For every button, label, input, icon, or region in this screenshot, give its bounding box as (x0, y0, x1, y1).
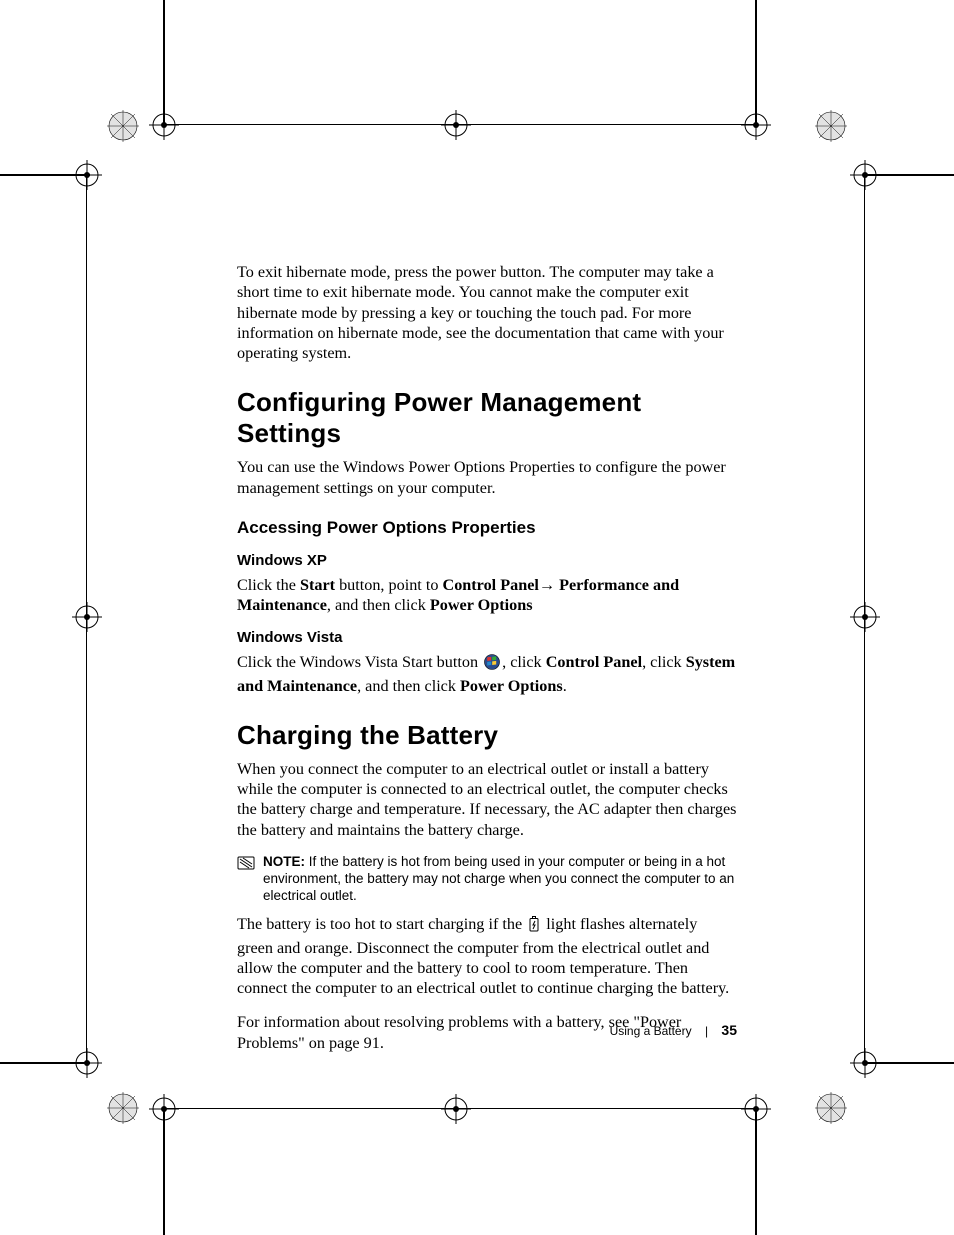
crosshair-mark-icon (72, 160, 102, 190)
text-bold: Control Panel (443, 576, 539, 594)
crosshair-mark-icon (441, 110, 471, 140)
crop-line-icon (0, 174, 90, 176)
crop-line-icon (864, 174, 954, 176)
windows-logo-icon (484, 654, 500, 675)
crop-line-icon (0, 1062, 90, 1064)
note-label: NOTE: (263, 854, 305, 869)
text-run: , click (642, 653, 686, 671)
charging-p1: When you connect the computer to an elec… (237, 759, 737, 840)
crop-line-icon (864, 1062, 954, 1064)
crop-line-icon (163, 124, 757, 125)
text-run: , click (502, 653, 546, 671)
note-text: NOTE: If the battery is hot from being u… (263, 854, 737, 905)
section1-intro: You can use the Windows Power Options Pr… (237, 457, 737, 498)
text-bold: Power Options (430, 596, 533, 614)
crosshair-mark-icon (850, 602, 880, 632)
subheading-windows-vista: Windows Vista (237, 629, 737, 646)
registration-mark-icon (813, 108, 849, 144)
heading-charging-battery: Charging the Battery (237, 720, 737, 751)
crosshair-mark-icon (850, 1048, 880, 1078)
crop-line-icon (163, 1108, 757, 1109)
text-bold: Power Options (460, 677, 563, 695)
intro-paragraph: To exit hibernate mode, press the power … (237, 262, 737, 363)
note-body: If the battery is hot from being used in… (263, 854, 734, 903)
page-footer: Using a Battery | 35 (237, 1022, 737, 1038)
text-run: button, point to (335, 576, 442, 594)
footer-separator: | (705, 1024, 708, 1038)
text-run: . (563, 677, 567, 695)
footer-section-name: Using a Battery (610, 1024, 692, 1038)
note-icon (237, 856, 255, 870)
windows-vista-instructions: Click the Windows Vista Start button , c… (237, 652, 737, 696)
text-run: , and then click (357, 677, 460, 695)
charging-p2: The battery is too hot to start charging… (237, 914, 737, 998)
text-run: Click the (237, 576, 300, 594)
crosshair-mark-icon (72, 602, 102, 632)
crosshair-mark-icon (441, 1094, 471, 1124)
crosshair-mark-icon (72, 1048, 102, 1078)
registration-mark-icon (813, 1090, 849, 1126)
text-bold: Start (300, 576, 335, 594)
crosshair-mark-icon (741, 110, 771, 140)
subheading-windows-xp: Windows XP (237, 552, 737, 569)
crop-line-icon (163, 0, 165, 126)
text-bold: Control Panel (546, 653, 642, 671)
crop-line-icon (864, 174, 865, 1062)
windows-xp-instructions: Click the Start button, point to Control… (237, 575, 737, 616)
battery-icon (528, 916, 540, 937)
text-run: The battery is too hot to start charging… (237, 915, 526, 933)
registration-mark-icon (105, 1090, 141, 1126)
crop-line-icon (755, 1108, 757, 1235)
crosshair-mark-icon (850, 160, 880, 190)
crop-line-icon (755, 0, 757, 126)
note-block: NOTE: If the battery is hot from being u… (237, 854, 737, 905)
page-number: 35 (721, 1022, 737, 1038)
text-run: , and then click (327, 596, 430, 614)
subheading-accessing-power-options: Accessing Power Options Properties (237, 518, 737, 538)
text-run: Click the Windows Vista Start button (237, 653, 482, 671)
crosshair-mark-icon (149, 1094, 179, 1124)
crosshair-mark-icon (149, 110, 179, 140)
crop-line-icon (163, 1108, 165, 1235)
crop-line-icon (86, 174, 87, 1062)
registration-mark-icon (105, 108, 141, 144)
heading-configuring-power: Configuring Power Management Settings (237, 387, 737, 449)
crosshair-mark-icon (741, 1094, 771, 1124)
text-run: → (539, 576, 559, 594)
page-content: To exit hibernate mode, press the power … (237, 262, 737, 1067)
